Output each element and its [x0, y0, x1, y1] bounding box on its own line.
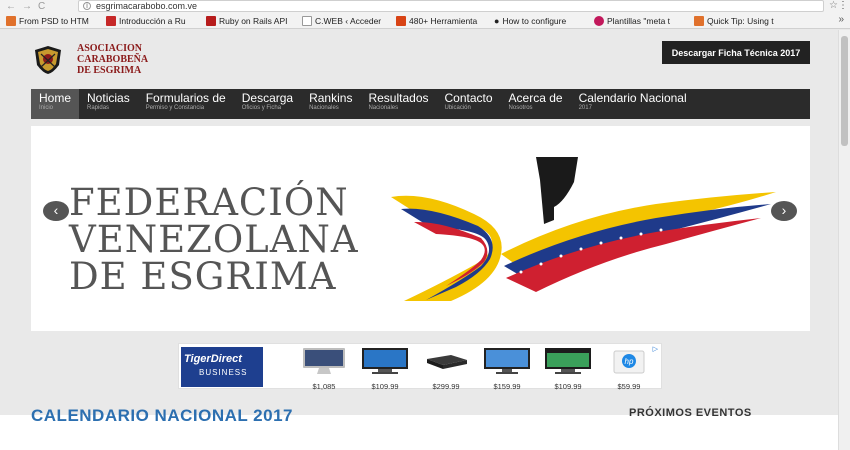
- bookmark-2[interactable]: Ruby on Rails API: [206, 15, 306, 26]
- scrollbar[interactable]: [838, 30, 850, 450]
- bookmark-3[interactable]: C.WEB ‹ Acceder: [302, 15, 392, 26]
- ad-item[interactable]: $299.99: [421, 347, 471, 391]
- forward-icon[interactable]: →: [22, 1, 32, 12]
- svg-text:hp: hp: [625, 357, 634, 366]
- ad-item[interactable]: $109.99: [543, 347, 593, 391]
- bookmark-icon: [206, 15, 216, 26]
- flag-ribbon-icon: [391, 157, 776, 301]
- github-icon: ●: [494, 15, 500, 26]
- site-logo[interactable]: ASOCIACION CARABOBEÑA DE ESGRIMA: [33, 43, 148, 76]
- reload-icon[interactable]: C: [38, 1, 45, 12]
- page: ASOCIACION CARABOBEÑA DE ESGRIMA Descarg…: [0, 30, 838, 450]
- bookmark-7[interactable]: Quick Tip: Using t: [694, 15, 786, 26]
- monitor-icon: [362, 348, 408, 374]
- events-title: PRÓXIMOS EVENTOS: [629, 407, 752, 419]
- nav-item-resultados[interactable]: Resultados Nacionales: [360, 89, 436, 119]
- nav-item-home[interactable]: Home Inicio: [31, 89, 80, 119]
- bookmark-icon: [594, 15, 604, 26]
- nav-item-noticias[interactable]: Noticias Rapidas: [79, 89, 138, 119]
- page-icon: [302, 15, 312, 26]
- fencing-shield-icon: [35, 45, 61, 74]
- address-bar: ← → C i esgrimacarabobo.com.ve ☆ ⋮: [0, 0, 850, 13]
- imac-icon: [303, 348, 345, 374]
- ad-item[interactable]: $1,085: [299, 347, 349, 391]
- hero-slider: FEDERACIÓN VENEZOLANA DE ESGRIMA ‹ ›: [31, 126, 810, 331]
- bookmark-icon: [106, 15, 116, 26]
- hp-printer-icon: hp: [613, 350, 645, 374]
- scroll-thumb[interactable]: [841, 36, 848, 146]
- menu-icon[interactable]: ⋮: [838, 0, 848, 11]
- calendar-title: CALENDARIO NACIONAL 2017: [31, 406, 294, 425]
- mini-pc-icon: [427, 355, 467, 369]
- download-ficha-button[interactable]: Descargar Ficha Técnica 2017: [662, 41, 810, 64]
- ad-brand[interactable]: TigerDirect BUSINESS: [181, 347, 263, 387]
- bookmark-5[interactable]: ● How to configure: [494, 16, 586, 26]
- bookmarks-bar: From PSD to HTM Introducción a Ru Ruby o…: [0, 13, 850, 29]
- nav-item-descarga[interactable]: Descarga Oficios y Ficha: [234, 89, 301, 119]
- nav-item-contacto[interactable]: Contacto Ubicación: [437, 89, 501, 119]
- back-icon[interactable]: ←: [6, 1, 16, 12]
- bookmark-6[interactable]: Plantillas "meta t: [594, 15, 686, 26]
- bookmark-0[interactable]: From PSD to HTM: [6, 15, 94, 26]
- monitor-icon: [484, 348, 530, 374]
- ad-item[interactable]: $109.99: [360, 347, 410, 391]
- url-field[interactable]: i esgrimacarabobo.com.ve: [78, 0, 824, 12]
- bookmark-1[interactable]: Introducción a Ru: [106, 15, 196, 26]
- ad-banner[interactable]: TigerDirect BUSINESS ▷ $1,085 $109.99 $2…: [178, 343, 662, 391]
- main-nav: Home Inicio Noticias Rapidas Formularios…: [31, 89, 810, 119]
- slider-heading: FEDERACIÓN VENEZOLANA DE ESGRIMA: [69, 181, 359, 298]
- nav-item-formularios[interactable]: Formularios de Permiso y Constancia: [138, 89, 234, 119]
- info-icon[interactable]: i: [83, 2, 91, 10]
- bookmark-4[interactable]: 480+ Herramienta: [396, 15, 490, 26]
- bookmark-icon: [694, 15, 704, 26]
- slider-prev-arrow-icon[interactable]: ‹: [43, 201, 69, 221]
- bookmark-icon: [6, 15, 16, 26]
- nav-item-rankins[interactable]: Rankins Nacionales: [301, 89, 360, 119]
- bookmark-icon: [396, 15, 406, 26]
- nav-item-acerca[interactable]: Acerca de Nosotros: [501, 89, 571, 119]
- url-text: esgrimacarabobo.com.ve: [96, 1, 198, 11]
- browser-nav: ← → C: [6, 1, 45, 12]
- planar-monitor-icon: [545, 348, 591, 374]
- ad-item[interactable]: $159.99: [482, 347, 532, 391]
- nav-item-calendario[interactable]: Calendario Nacional 2017: [571, 89, 695, 119]
- slider-next-arrow-icon[interactable]: ›: [771, 201, 797, 221]
- ad-item[interactable]: hp $59.99: [604, 347, 654, 391]
- logo-text: ASOCIACION CARABOBEÑA DE ESGRIMA: [77, 43, 149, 76]
- bookmark-star-icon[interactable]: ☆: [829, 0, 838, 11]
- more-bookmarks-icon[interactable]: »: [838, 14, 844, 25]
